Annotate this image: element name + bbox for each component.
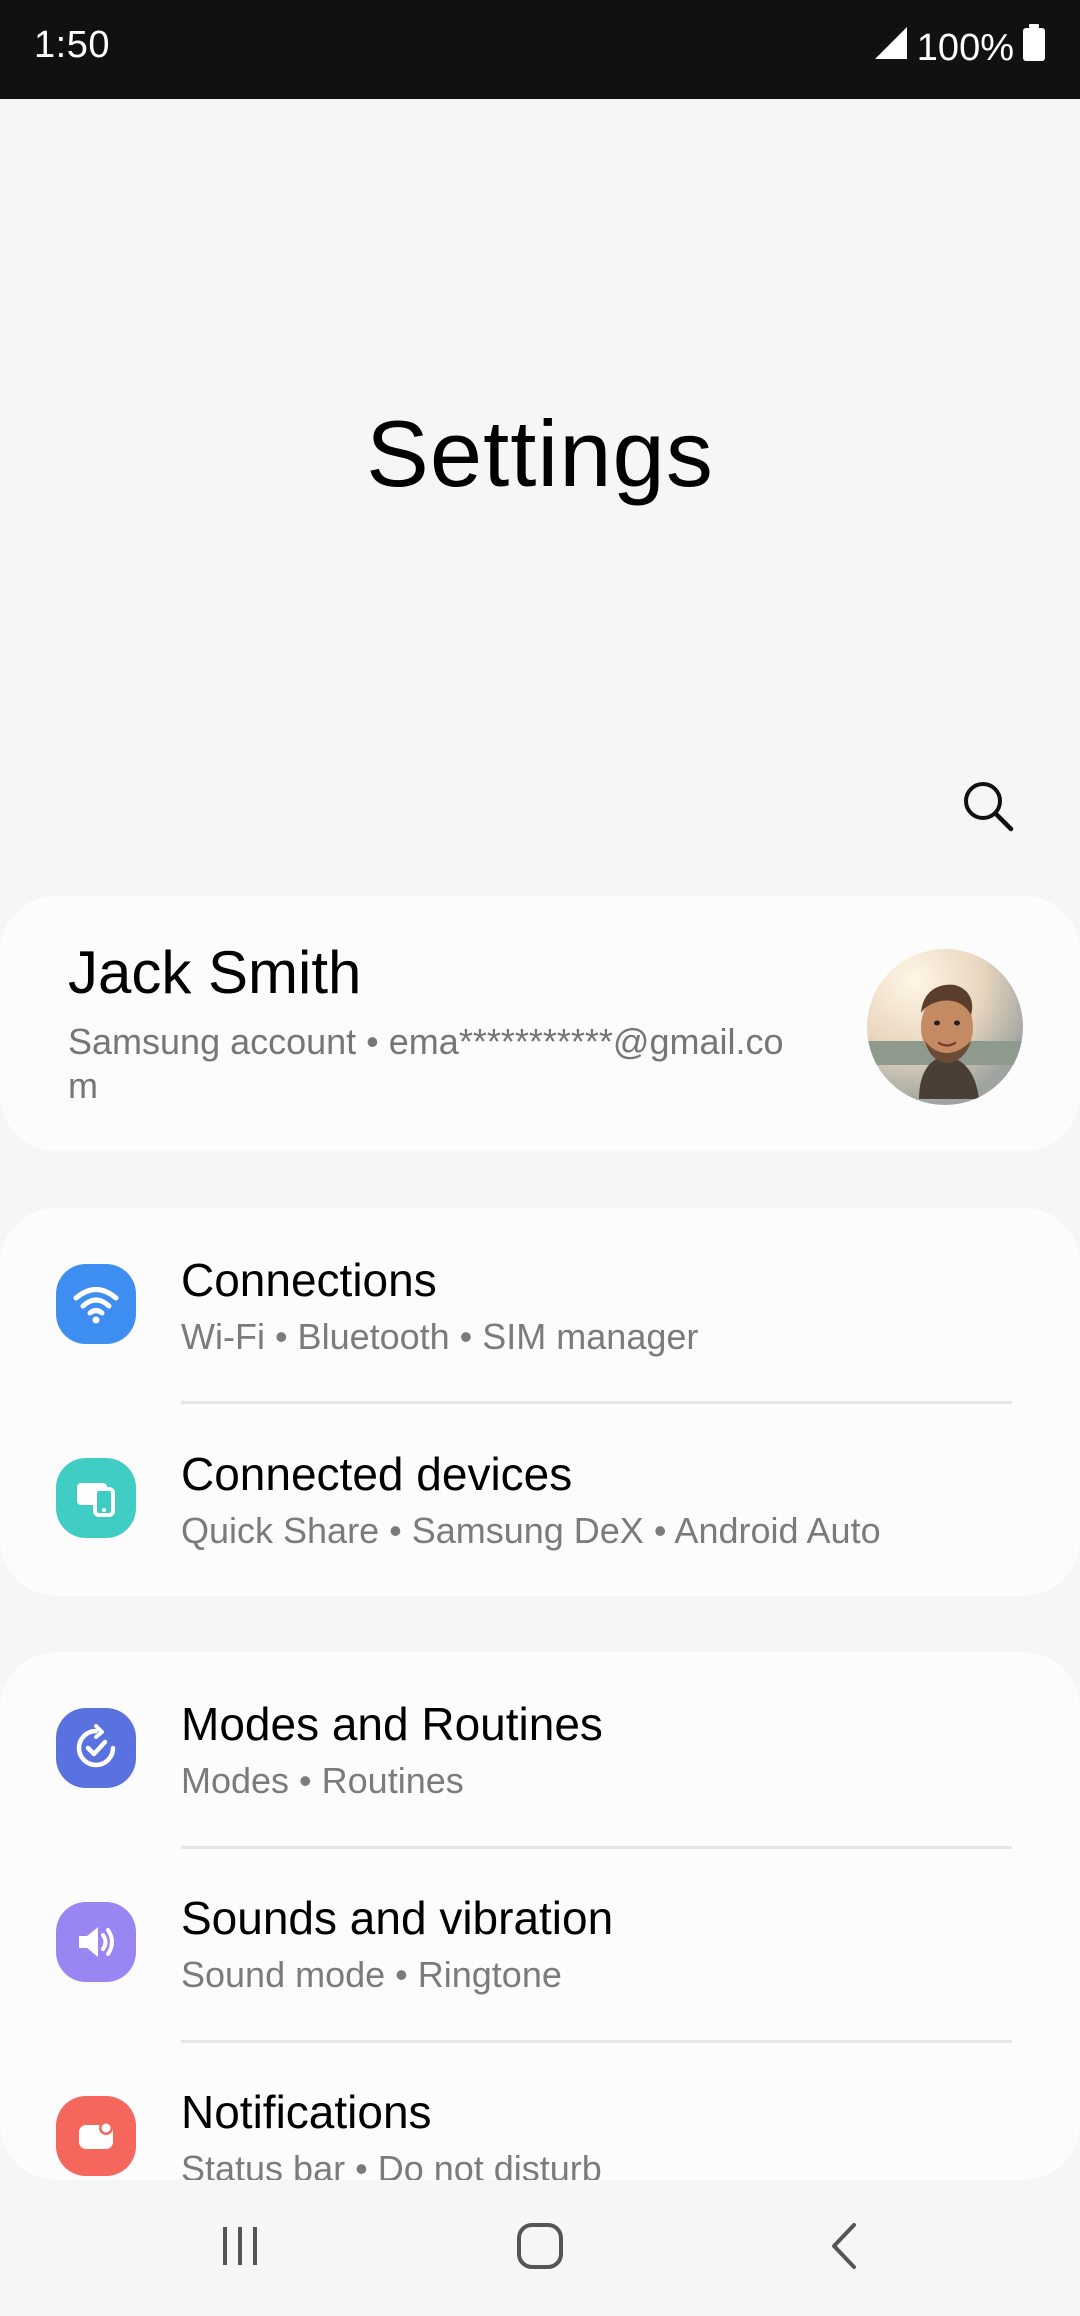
navigation-bar xyxy=(0,2180,1080,2316)
settings-item-title: Sounds and vibration xyxy=(181,1892,614,1944)
settings-item-connected-devices[interactable]: Connected devices Quick Share • Samsung … xyxy=(0,1402,1080,1596)
modes-routines-icon xyxy=(56,1708,136,1788)
account-card[interactable]: Jack Smith Samsung account • ema********… xyxy=(0,896,1080,1151)
wifi-icon xyxy=(56,1264,136,1344)
settings-item-title: Notifications xyxy=(181,2086,432,2138)
battery-icon xyxy=(1022,24,1046,72)
settings-item-notifications[interactable]: Notifications Status bar • Do not distur… xyxy=(0,2040,1080,2180)
volume-icon xyxy=(56,1902,136,1982)
page-title: Settings xyxy=(366,401,714,506)
home-button[interactable] xyxy=(490,2208,590,2288)
settings-group-connections: Connections Wi-Fi • Bluetooth • SIM mana… xyxy=(0,1208,1080,1596)
notifications-icon xyxy=(56,2096,136,2176)
settings-item-subtitle: Quick Share • Samsung DeX • Android Auto xyxy=(181,1510,881,1551)
home-icon xyxy=(515,2221,565,2276)
settings-item-title: Connections xyxy=(181,1254,437,1306)
settings-item-subtitle: Sound mode • Ringtone xyxy=(181,1954,562,1995)
search-button[interactable] xyxy=(952,772,1024,844)
settings-item-subtitle: Wi-Fi • Bluetooth • SIM manager xyxy=(181,1316,699,1357)
avatar[interactable] xyxy=(867,949,1023,1105)
account-name: Jack Smith xyxy=(68,939,362,1006)
signal-icon xyxy=(873,25,909,71)
settings-item-title: Connected devices xyxy=(181,1448,573,1500)
connected-devices-icon xyxy=(56,1458,136,1538)
status-right: 100% xyxy=(873,24,1046,72)
back-icon xyxy=(820,2221,870,2276)
status-bar: 1:50 100% xyxy=(0,0,1080,99)
recents-button[interactable] xyxy=(190,2208,290,2288)
status-time: 1:50 xyxy=(34,24,110,66)
settings-item-modes-routines[interactable]: Modes and Routines Modes • Routines xyxy=(0,1652,1080,1846)
settings-item-connections[interactable]: Connections Wi-Fi • Bluetooth • SIM mana… xyxy=(0,1208,1080,1402)
settings-item-subtitle: Modes • Routines xyxy=(181,1760,464,1801)
search-icon xyxy=(960,778,1016,839)
back-button[interactable] xyxy=(795,2208,895,2288)
account-subtitle: Samsung account • ema***********@gmail.c… xyxy=(68,1021,784,1106)
settings-item-subtitle: Status bar • Do not disturb xyxy=(181,2148,602,2180)
recents-icon xyxy=(215,2221,265,2276)
settings-group-personal: Modes and Routines Modes • Routines Soun… xyxy=(0,1652,1080,2180)
settings-item-title: Modes and Routines xyxy=(181,1698,603,1750)
battery-level: 100% xyxy=(916,26,1014,69)
settings-item-sounds-vibration[interactable]: Sounds and vibration Sound mode • Ringto… xyxy=(0,1846,1080,2040)
